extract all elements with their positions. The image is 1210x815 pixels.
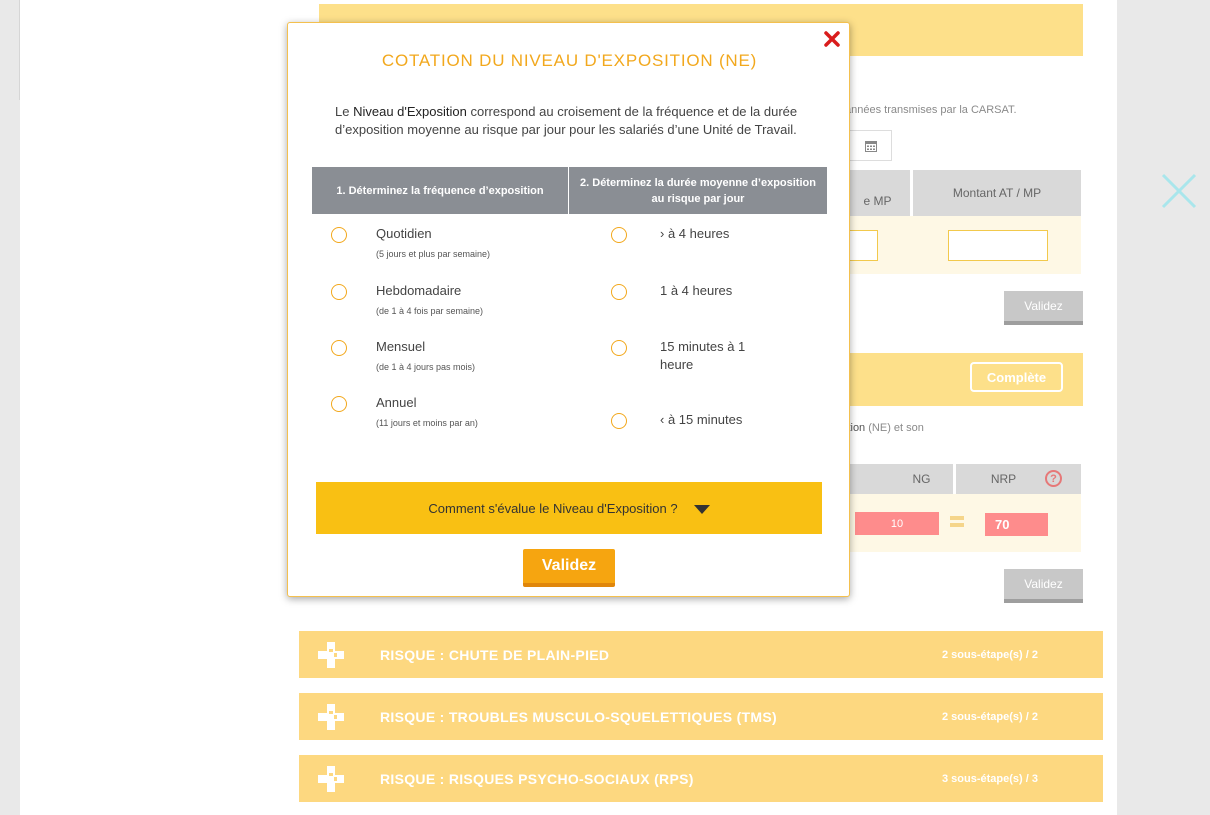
option-label: Annuel — [376, 395, 417, 410]
plus-icon — [318, 766, 344, 792]
plus-icon — [318, 704, 344, 730]
option-label: 1 à 4 heures — [660, 283, 733, 298]
modal-validate-button[interactable]: Validez — [523, 549, 615, 587]
complete-button[interactable]: Complète — [970, 362, 1063, 392]
option-label: Quotidien — [376, 226, 432, 241]
modal-intro: Le Niveau d'Exposition correspond au cro… — [335, 103, 811, 139]
close-icon[interactable] — [823, 30, 841, 48]
radio-button[interactable] — [611, 284, 627, 300]
calendar-icon — [864, 140, 877, 152]
plus-icon — [318, 642, 344, 668]
risk-item-tms[interactable]: RISQUE : TROUBLES MUSCULO-SQUELETTIQUES … — [299, 693, 1103, 740]
radio-button[interactable] — [611, 340, 627, 356]
duration-header: 2. Déterminez la durée moyenne d’exposit… — [569, 167, 827, 214]
radio-button[interactable] — [611, 227, 627, 243]
option-label: ‹ à 15 minutes — [660, 412, 743, 427]
risk-title: RISQUE : TROUBLES MUSCULO-SQUELETTIQUES … — [380, 708, 777, 725]
exposure-help-toggle[interactable]: Comment s'évalue le Niveau d'Exposition … — [316, 482, 822, 534]
risk-count: 2 sous-étape(s) / 2 — [942, 710, 1038, 723]
risk-title: RISQUE : RISQUES PSYCHO-SOCIAUX (RPS) — [380, 770, 694, 787]
option-sublabel: (5 jours et plus par semaine) — [376, 249, 491, 259]
intro-prefix: Le — [335, 104, 354, 119]
background-close-icon[interactable] — [1160, 172, 1198, 210]
risk-count: 3 sous-étape(s) / 3 — [942, 772, 1038, 785]
column-header-nrp: NRP — [956, 464, 1081, 494]
option-sublabel: (de 1 à 4 jours pas mois) — [376, 362, 476, 372]
option-label: Hebdomadaire — [376, 283, 462, 298]
nrp-value-badge: 70 — [985, 513, 1048, 536]
montant-input[interactable] — [948, 230, 1048, 261]
intro-bold: Niveau d'Exposition — [353, 104, 467, 119]
caret-down-icon — [693, 504, 710, 514]
date-picker-button[interactable] — [850, 130, 892, 161]
option-sublabel: (de 1 à 4 fois par semaine) — [376, 306, 484, 316]
validate-button-1[interactable]: Validez — [1004, 291, 1083, 325]
option-sublabel: (11 jours et moins par an) — [376, 418, 478, 428]
risk-count: 2 sous-étape(s) / 2 — [942, 648, 1038, 661]
ng-value-badge: 10 — [855, 512, 939, 535]
radio-button[interactable] — [611, 413, 627, 429]
help-icon[interactable]: ? — [1045, 470, 1062, 487]
radio-button[interactable] — [331, 284, 347, 300]
column-header-ng: NG — [845, 464, 953, 494]
carsat-note: années transmises par la CARSAT. — [845, 104, 1017, 116]
risk-title: RISQUE : CHUTE DE PLAIN-PIED — [380, 646, 610, 663]
ne-description: ition (NE) et son — [845, 422, 924, 434]
column-header-mp: e MP — [845, 170, 910, 216]
radio-button[interactable] — [331, 396, 347, 412]
exposure-help-label: Comment s'évalue le Niveau d'Exposition … — [428, 500, 678, 516]
left-strip — [0, 0, 20, 100]
column-header-montant: Montant AT / MP — [913, 170, 1081, 216]
option-label: › à 4 heures — [660, 226, 730, 241]
radio-button[interactable] — [331, 227, 347, 243]
equals-icon — [950, 516, 964, 528]
option-label: Mensuel — [376, 339, 426, 354]
validate-button-2[interactable]: Validez — [1004, 569, 1083, 603]
option-label: 15 minutes à 1 heure — [660, 339, 746, 372]
radio-button[interactable] — [331, 340, 347, 356]
ne-description-rest: (NE) et son — [865, 422, 924, 434]
modal-title: COTATION DU NIVEAU D'EXPOSITION (NE) — [381, 51, 758, 70]
options-table-header: 1. Déterminez la fréquence d’exposition … — [312, 167, 827, 214]
frequency-header: 1. Déterminez la fréquence d’exposition — [312, 167, 568, 214]
risk-item-chute[interactable]: RISQUE : CHUTE DE PLAIN-PIED 2 sous-étap… — [299, 631, 1103, 678]
risk-item-rps[interactable]: RISQUE : RISQUES PSYCHO-SOCIAUX (RPS) 3 … — [299, 755, 1103, 802]
exposure-modal: COTATION DU NIVEAU D'EXPOSITION (NE) Le … — [287, 22, 850, 597]
